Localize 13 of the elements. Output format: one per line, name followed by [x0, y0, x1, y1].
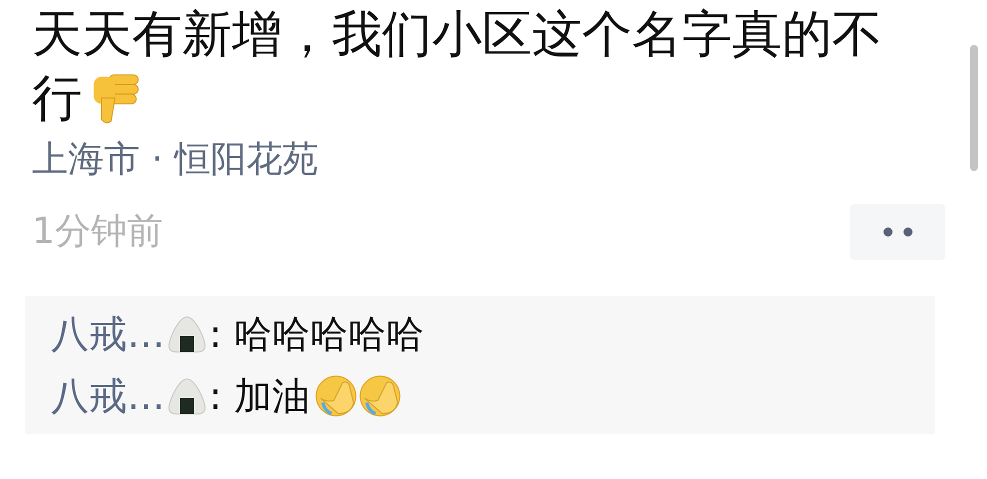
- facepalm-emoji-icon: [314, 374, 358, 418]
- post-text: 行: [32, 68, 82, 129]
- comment-author[interactable]: 八戒…: [51, 368, 165, 424]
- comment-author[interactable]: 八戒…: [51, 306, 165, 362]
- facepalm-emoji-icon: [358, 374, 402, 418]
- comment-text: : 哈哈哈哈哈: [209, 310, 424, 358]
- comment-text: : 加油: [209, 372, 310, 420]
- location-text: 上海市 · 恒阳花苑: [32, 138, 318, 182]
- dots-icon: [882, 227, 912, 237]
- more-button[interactable]: [850, 204, 945, 260]
- scrollbar[interactable]: [970, 45, 978, 171]
- timestamp: 1分钟前: [32, 210, 163, 254]
- post-text: 天天有新增，我们小区这个名字真的不: [32, 4, 882, 65]
